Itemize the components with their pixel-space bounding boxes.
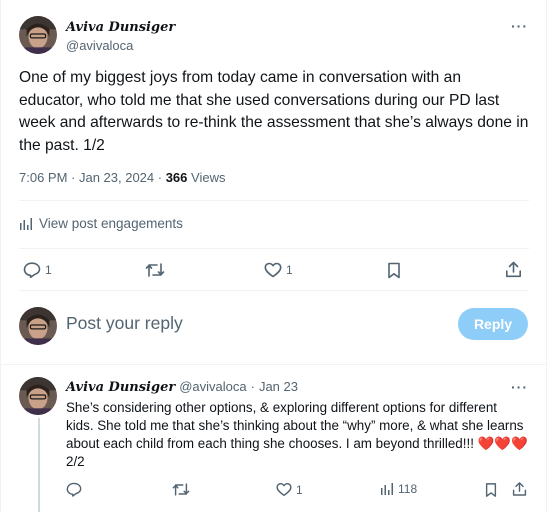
views-count: 118 [398,482,418,496]
avatar-image [19,16,57,54]
avatar-image [19,377,57,415]
post-timestamp[interactable]: 7:06 PM · Jan 23, 2024 · [19,170,166,185]
reply-body: She’s considering other options, & explo… [66,400,524,451]
reply-icon [66,482,82,497]
heart-emojis: ❤️❤️❤️ [477,435,528,451]
avatar[interactable] [19,307,57,345]
author-name[interactable]: Aviva Dunsiger [66,20,175,35]
bookmark-icon [485,483,497,497]
avatar[interactable] [19,16,57,54]
divider [19,290,529,291]
more-options-icon[interactable]: ··· [511,18,528,34]
reply-icon [23,262,41,278]
divider [19,200,529,201]
like-count: 1 [286,263,293,277]
reply-action[interactable] [66,482,82,497]
post-text: One of my biggest joys from today came i… [19,69,529,154]
reply-text: She’s considering other options, & explo… [66,399,528,471]
thread-connector [38,418,40,512]
share-icon [512,482,527,496]
view-engagements-link[interactable]: View post engagements [19,216,183,231]
analytics-icon [20,217,32,230]
heart-icon [276,483,292,496]
share-action[interactable] [512,481,527,497]
reply-author-handle[interactable]: @avivaloca [179,379,246,394]
reply-header: Aviva Dunsiger @avivaloca · Jan 23 [66,379,298,395]
reply-count: 1 [45,263,52,277]
avatar-image [19,307,57,345]
like-action[interactable]: 1 [264,262,293,278]
reply-suffix: 2/2 [66,453,85,469]
divider [19,248,529,249]
author-handle[interactable]: @avivaloca [66,38,133,53]
repost-icon [172,483,190,496]
like-count: 1 [296,482,303,497]
reply-date[interactable]: Jan 23 [259,379,298,394]
views-action[interactable]: 118 [380,482,417,496]
repost-action[interactable] [172,482,190,497]
views-label: Views [187,170,226,185]
bookmark-icon [388,262,400,279]
repost-action[interactable] [145,262,169,278]
avatar[interactable] [19,377,57,415]
more-options-icon[interactable]: ··· [511,379,528,395]
reply-author-name[interactable]: Aviva Dunsiger [66,380,175,395]
left-border [0,0,1,512]
divider [0,364,547,365]
bookmark-action[interactable] [484,482,498,498]
heart-icon [264,262,282,278]
share-action[interactable] [505,261,522,278]
separator: · [250,379,255,394]
repost-icon [145,263,165,277]
post-meta: 7:06 PM · Jan 23, 2024 · 366 Views [19,170,225,185]
engagements-label: View post engagements [39,216,183,231]
bookmark-action[interactable] [386,262,402,279]
share-icon [506,261,521,278]
reply-button[interactable]: Reply [458,308,528,340]
like-action[interactable]: 1 [276,482,303,497]
views-count: 366 [165,170,188,185]
reply-input[interactable]: Post your reply [66,313,183,334]
reply-action[interactable]: 1 [23,262,52,278]
analytics-icon [381,483,393,495]
